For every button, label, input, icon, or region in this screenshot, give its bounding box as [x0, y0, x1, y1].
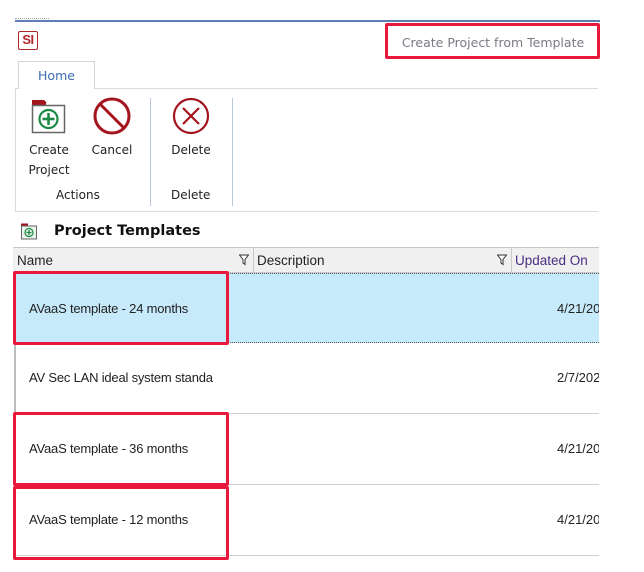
create-project-label-line1: Create [29, 143, 69, 157]
tab-home[interactable]: Home [18, 61, 95, 89]
column-header-updated-on[interactable]: Updated On [511, 248, 599, 273]
app-logo: SI [18, 31, 38, 50]
create-project-button[interactable]: Create Project [21, 96, 77, 180]
section-title: Project Templates [54, 223, 201, 239]
cancel-icon [93, 97, 131, 135]
cell-updated-on-text: 4/21/20 [557, 441, 599, 456]
cell-name: AV Sec LAN ideal system standa [29, 370, 213, 385]
cell-updated-on-text: 4/21/20 [557, 301, 599, 316]
column-header-description[interactable]: Description [253, 248, 511, 273]
window-title-highlight [385, 23, 600, 59]
title-bar-dots [15, 18, 49, 19]
grid-body: AVaaS template - 24 months 4/21/20 AV Se… [14, 273, 599, 556]
delete-button[interactable]: Delete [164, 96, 218, 160]
delete-icon [172, 97, 210, 135]
cell-name: AVaaS template - 36 months [29, 441, 189, 456]
cell-updated-on: 4/21/20 [549, 485, 599, 555]
create-project-icon [31, 100, 66, 134]
cancel-label: Cancel [91, 143, 133, 157]
create-project-label-line2: Project [28, 163, 70, 177]
cell-updated-on-text: 4/21/20 [557, 512, 599, 527]
group-label-actions: Actions [56, 188, 100, 202]
cell-updated-on: 4/21/20 [549, 414, 599, 484]
cell-name: AVaaS template - 12 months [29, 512, 189, 527]
folder-add-icon [21, 223, 37, 240]
ribbon: Create Project Cancel Delete Actions Del… [15, 88, 598, 212]
group-label-delete: Delete [171, 188, 211, 202]
title-bar-line [15, 20, 600, 22]
group-separator [150, 98, 151, 206]
cell-updated-on: 4/21/20 [549, 274, 599, 342]
table-row[interactable]: AVaaS template - 12 months 4/21/20 [16, 485, 599, 556]
templates-grid: Name Description Updated On AVaaS templa… [13, 247, 599, 556]
group-separator [232, 98, 233, 206]
cell-updated-on: 2/7/202 [549, 343, 599, 413]
table-row[interactable]: AVaaS template - 24 months 4/21/20 [16, 273, 599, 343]
cell-updated-on-text: 2/7/202 [557, 370, 599, 385]
cancel-button[interactable]: Cancel [86, 96, 138, 160]
filter-icon[interactable] [497, 254, 507, 266]
table-row[interactable]: AVaaS template - 36 months 4/21/20 [16, 414, 599, 485]
grid-header: Name Description Updated On [13, 247, 599, 273]
delete-label: Delete [171, 143, 211, 157]
cell-name: AVaaS template - 24 months [29, 301, 189, 316]
table-row[interactable]: AV Sec LAN ideal system standa 2/7/202 [16, 343, 599, 414]
column-header-name[interactable]: Name [13, 248, 253, 273]
section-header: Project Templates [20, 220, 201, 242]
filter-icon[interactable] [239, 254, 249, 266]
